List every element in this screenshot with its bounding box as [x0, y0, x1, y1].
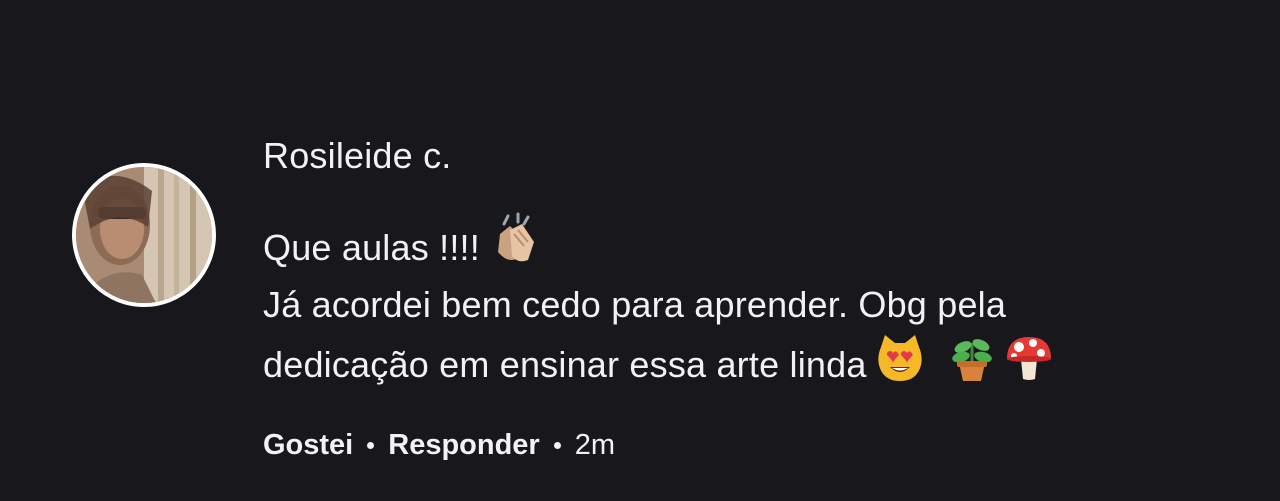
comment-line-2: Já acordei bem cedo para aprender. Obg p… — [263, 284, 1007, 325]
comment-timestamp: 2m — [574, 429, 616, 461]
separator-dot — [553, 441, 561, 449]
comment-line-3: dedicação em ensinar essa arte linda — [263, 333, 1223, 393]
comment-actions: Gostei Responder 2m — [263, 425, 615, 465]
comment-line-3-text: dedicação em ensinar essa arte linda — [263, 344, 867, 385]
heart-eyes-cat-icon — [875, 333, 925, 383]
comment-line-1: Que aulas !!!! — [263, 212, 1223, 276]
like-button[interactable]: Gostei — [263, 425, 353, 465]
comment-item: Rosileide c. Que aulas !!!! Já acordei b… — [0, 0, 1280, 501]
reply-button[interactable]: Responder — [388, 425, 539, 465]
comment-body: Que aulas !!!! Já acordei bem cedo para … — [263, 212, 1223, 393]
avatar-photo — [76, 167, 212, 303]
comment-author[interactable]: Rosileide c. — [263, 133, 451, 179]
separator-dot — [367, 441, 375, 449]
avatar[interactable] — [72, 163, 216, 307]
comment-line-1-text: Que aulas !!!! — [263, 227, 480, 268]
potted-plant-icon — [947, 333, 997, 383]
mushroom-icon — [1003, 333, 1055, 383]
clapping-hands-icon — [488, 212, 542, 266]
